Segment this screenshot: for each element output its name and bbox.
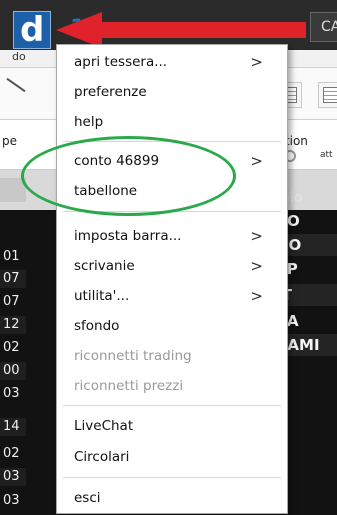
menu-item-imposta-barra[interactable]: imposta barra... > (57, 221, 287, 251)
menu-item-utilita[interactable]: utilita'... > (57, 281, 287, 311)
chevron-right-icon: > (250, 257, 263, 275)
menu-item-tabellone[interactable]: tabellone (57, 176, 287, 206)
menu-item-help[interactable]: help (57, 107, 287, 137)
download-icon (323, 87, 337, 103)
menu-item-riconnetti-prezzi: riconnetti prezzi (57, 371, 287, 401)
menu-item-label: sfondo (74, 318, 120, 334)
menu-separator (63, 405, 281, 406)
menu-item-label: Circolari (74, 449, 130, 465)
menu-separator (63, 211, 281, 212)
tab-att-label: att (320, 150, 333, 160)
table-row[interactable]: 02 (0, 445, 26, 463)
menu-item-label: utilita'... (74, 288, 130, 304)
red-arrow-annotation (56, 12, 306, 48)
menu-item-label: apri tessera... (74, 54, 168, 70)
menu-item-apri-tessera[interactable]: apri tessera... > (57, 47, 287, 77)
table-row[interactable]: 02 (0, 339, 26, 357)
menu-item-label: riconnetti prezzi (74, 378, 184, 394)
menu-item-label: riconnetti trading (74, 348, 192, 364)
table-row[interactable]: 03 (0, 468, 26, 486)
menu-item-label: tabellone (74, 183, 138, 199)
menu-item-circolari[interactable]: Circolari (57, 442, 287, 472)
menu-item-label: esci (74, 490, 101, 506)
menu-item-livechat[interactable]: LiveChat (57, 411, 287, 441)
menu-item-esci[interactable]: esci (57, 483, 287, 513)
menu-item-conto[interactable]: conto 46899 > (57, 146, 287, 176)
draw-line-icon[interactable] (6, 77, 26, 93)
toolbar-download-button[interactable] (318, 82, 337, 108)
chevron-right-icon: > (250, 53, 263, 71)
table-row[interactable]: 03 (0, 492, 26, 510)
menu-separator (63, 141, 281, 142)
header-cell-left (0, 178, 26, 202)
tab-pe[interactable]: pe (2, 134, 17, 148)
logo-letter: d (20, 10, 45, 50)
address-fragment: do (12, 50, 26, 63)
menu-item-label: help (74, 114, 104, 130)
menu-item-label: scrivanie (74, 258, 135, 274)
menu-item-riconnetti-trading: riconnetti trading (57, 341, 287, 371)
menu-separator (63, 477, 281, 478)
table-row[interactable]: 01 (0, 248, 26, 266)
menu-item-label: conto 46899 (74, 153, 160, 169)
menu-item-label: preferenze (74, 84, 147, 100)
table-row[interactable]: 03 (0, 385, 26, 403)
menu-item-sfondo[interactable]: sfondo (57, 311, 287, 341)
app-logo-button[interactable]: d (13, 10, 51, 50)
table-row[interactable]: 00 (0, 362, 26, 380)
table-row[interactable]: 07 (0, 270, 26, 288)
menu-item-preferenze[interactable]: preferenze (57, 77, 287, 107)
chevron-right-icon: > (250, 227, 263, 245)
chevron-right-icon: > (250, 287, 263, 305)
menu-item-label: imposta barra... (74, 228, 182, 244)
menu-item-label: LiveChat (74, 418, 134, 434)
table-row[interactable]: 07 (0, 293, 26, 311)
app-main-menu: apri tessera... > preferenze help conto … (56, 44, 288, 514)
chevron-right-icon: > (250, 152, 263, 170)
table-row[interactable]: 14 (0, 418, 26, 436)
menu-item-scrivanie[interactable]: scrivanie > (57, 251, 287, 281)
table-row[interactable]: 12 (0, 316, 26, 334)
